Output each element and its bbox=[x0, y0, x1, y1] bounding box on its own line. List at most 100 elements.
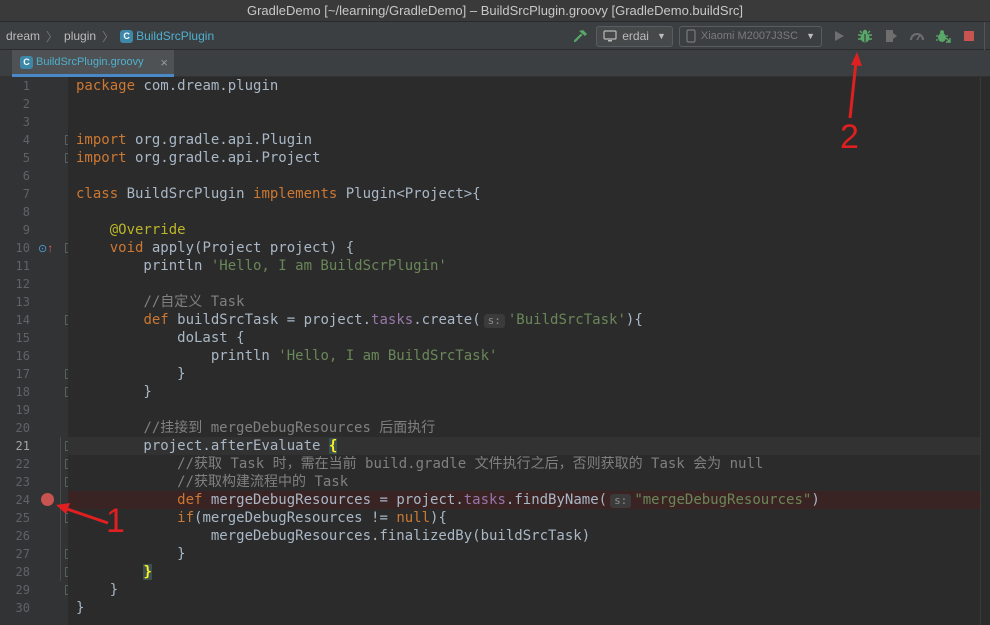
gutter-line[interactable]: 3 bbox=[0, 113, 68, 131]
hammer-icon[interactable] bbox=[570, 25, 592, 47]
override-method-icon[interactable]: ⊙↑ bbox=[38, 239, 53, 258]
chevron-right-icon: 〉 bbox=[46, 29, 59, 44]
code-line[interactable] bbox=[68, 167, 990, 185]
run-icon[interactable] bbox=[828, 25, 850, 47]
gutter-line[interactable]: 5 bbox=[0, 149, 74, 167]
attach-debugger-icon[interactable] bbox=[932, 25, 954, 47]
code-line[interactable]: class BuildSrcPlugin implements Plugin<P… bbox=[68, 185, 990, 203]
gutter-line[interactable]: 22 bbox=[0, 455, 74, 473]
gutter-line[interactable]: 12 bbox=[0, 275, 68, 293]
gutter-line[interactable]: 25 bbox=[0, 509, 74, 527]
gutter-line[interactable]: 23 bbox=[0, 473, 74, 491]
gutter-line[interactable]: 24 bbox=[0, 491, 68, 509]
code-line[interactable]: } bbox=[68, 599, 990, 617]
gutter-line[interactable]: 13 bbox=[0, 293, 68, 311]
gutter-line[interactable]: 20 bbox=[0, 419, 68, 437]
code-line[interactable] bbox=[68, 401, 990, 419]
gutter-line[interactable]: 27 bbox=[0, 545, 74, 563]
run-config-select[interactable]: erdai ▼ bbox=[596, 25, 673, 47]
coverage-icon[interactable] bbox=[880, 25, 902, 47]
gutter-line[interactable]: 26 bbox=[0, 527, 68, 545]
code-line[interactable]: //获取 Task 时，需在当前 build.gradle 文件执行之后，否则获… bbox=[68, 455, 990, 473]
code-line[interactable]: @Override bbox=[68, 221, 990, 239]
gutter-line[interactable]: 7 bbox=[0, 185, 68, 203]
breakpoint-icon[interactable] bbox=[41, 493, 54, 506]
window-title: GradleDemo [~/learning/GradleDemo] – Bui… bbox=[0, 0, 990, 22]
code-line[interactable]: if(mergeDebugResources != null){ bbox=[68, 509, 990, 527]
line-number: 24 bbox=[15, 493, 30, 507]
error-stripe[interactable] bbox=[980, 77, 990, 625]
gutter-line[interactable]: 28 bbox=[0, 563, 74, 581]
gutter-line[interactable]: 16 bbox=[0, 347, 68, 365]
code-line[interactable] bbox=[68, 203, 990, 221]
line-number: 3 bbox=[22, 115, 30, 129]
gutter-line[interactable]: 14 bbox=[0, 311, 74, 329]
gutter-line[interactable]: 21 bbox=[0, 437, 74, 455]
breadcrumb-item-dream[interactable]: dream bbox=[6, 29, 40, 43]
code-line[interactable]: mergeDebugResources.finalizedBy(buildSrc… bbox=[68, 527, 990, 545]
profile-icon[interactable] bbox=[906, 25, 928, 47]
code-line[interactable]: //自定义 Task bbox=[68, 293, 990, 311]
gutter-line[interactable]: 17 bbox=[0, 365, 74, 383]
code-line[interactable]: } bbox=[68, 383, 990, 401]
gutter-line[interactable]: 11 bbox=[0, 257, 68, 275]
line-number: 14 bbox=[15, 313, 30, 327]
stop-icon[interactable] bbox=[958, 25, 980, 47]
chevron-down-icon: ▼ bbox=[806, 31, 815, 41]
line-number: 27 bbox=[15, 547, 30, 561]
gutter-line[interactable]: 6 bbox=[0, 167, 68, 185]
code-line[interactable]: } bbox=[68, 365, 990, 383]
annotation-label-1: 1 bbox=[106, 502, 125, 540]
device-select[interactable]: Xiaomi M2007J3SC ▼ bbox=[678, 25, 822, 47]
tab-label: BuildSrcPlugin.groovy bbox=[36, 56, 144, 68]
line-number: 15 bbox=[15, 331, 30, 345]
tab-buildsrcplugin-groovy[interactable]: C BuildSrcPlugin.groovy × bbox=[12, 50, 174, 77]
line-number: 23 bbox=[15, 475, 30, 489]
line-number: 5 bbox=[22, 151, 30, 165]
code-line[interactable] bbox=[68, 275, 990, 293]
gutter-line[interactable]: 1 bbox=[0, 77, 68, 95]
gutter-line[interactable]: 18 bbox=[0, 383, 74, 401]
code-line[interactable]: def mergeDebugResources = project.tasks.… bbox=[68, 491, 990, 509]
editor-gutter[interactable]: 1 2 3 4 5 6 7 8 9 10 ⊙↑ 11 12 13 14 15 16 17 18 19 20 21 22 23 2… bbox=[0, 77, 74, 625]
breadcrumb-file-label: BuildSrcPlugin bbox=[136, 29, 215, 43]
breadcrumb-item-plugin[interactable]: plugin bbox=[64, 29, 96, 43]
code-line[interactable]: package com.dream.plugin bbox=[68, 77, 990, 95]
code-line[interactable] bbox=[68, 95, 990, 113]
gutter-line[interactable]: 30 bbox=[0, 599, 68, 617]
groovy-class-icon: C bbox=[120, 29, 134, 43]
gutter-line[interactable]: 9 bbox=[0, 221, 68, 239]
code-line[interactable]: println 'Hello, I am BuildSrcTask' bbox=[68, 347, 990, 365]
line-number: 6 bbox=[22, 169, 30, 183]
gutter-line[interactable]: 19 bbox=[0, 401, 68, 419]
line-number: 13 bbox=[15, 295, 30, 309]
code-line[interactable]: void apply(Project project) { bbox=[68, 239, 990, 257]
gutter-line[interactable]: 2 bbox=[0, 95, 68, 113]
code-line[interactable]: println 'Hello, I am BuildScrPlugin' bbox=[68, 257, 990, 275]
line-number: 22 bbox=[15, 457, 30, 471]
line-number: 9 bbox=[22, 223, 30, 237]
code-line[interactable]: //挂接到 mergeDebugResources 后面执行 bbox=[68, 419, 990, 437]
gutter-line[interactable]: 8 bbox=[0, 203, 68, 221]
code-editor[interactable]: package com.dream.plugin import org.gradl… bbox=[68, 77, 990, 625]
chevron-down-icon: ▼ bbox=[656, 31, 666, 41]
code-line[interactable]: def buildSrcTask = project.tasks.create(… bbox=[68, 311, 990, 329]
device-label: Xiaomi M2007J3SC bbox=[700, 30, 799, 42]
gutter-line[interactable]: 15 bbox=[0, 329, 68, 347]
breadcrumb-item-file[interactable]: C BuildSrcPlugin bbox=[120, 29, 214, 43]
code-line[interactable]: doLast { bbox=[68, 329, 990, 347]
gutter-line[interactable]: 4 bbox=[0, 131, 74, 149]
chevron-right-icon: 〉 bbox=[102, 29, 115, 44]
line-number: 26 bbox=[15, 529, 30, 543]
debug-icon[interactable] bbox=[854, 25, 876, 47]
code-line[interactable]: } bbox=[68, 545, 990, 563]
run-toolbar: erdai ▼ Xiaomi M2007J3SC ▼ bbox=[570, 22, 990, 50]
gutter-line[interactable]: 29 bbox=[0, 581, 74, 599]
code-line[interactable]: } bbox=[68, 581, 990, 599]
code-line[interactable]: project.afterEvaluate { bbox=[68, 437, 990, 455]
gutter-line[interactable]: 10 ⊙↑ bbox=[0, 239, 74, 258]
code-line[interactable]: //获取构建流程中的 Task bbox=[68, 473, 990, 491]
code-line[interactable]: } bbox=[68, 563, 990, 581]
line-number: 30 bbox=[15, 601, 30, 615]
close-icon[interactable]: × bbox=[160, 55, 168, 70]
